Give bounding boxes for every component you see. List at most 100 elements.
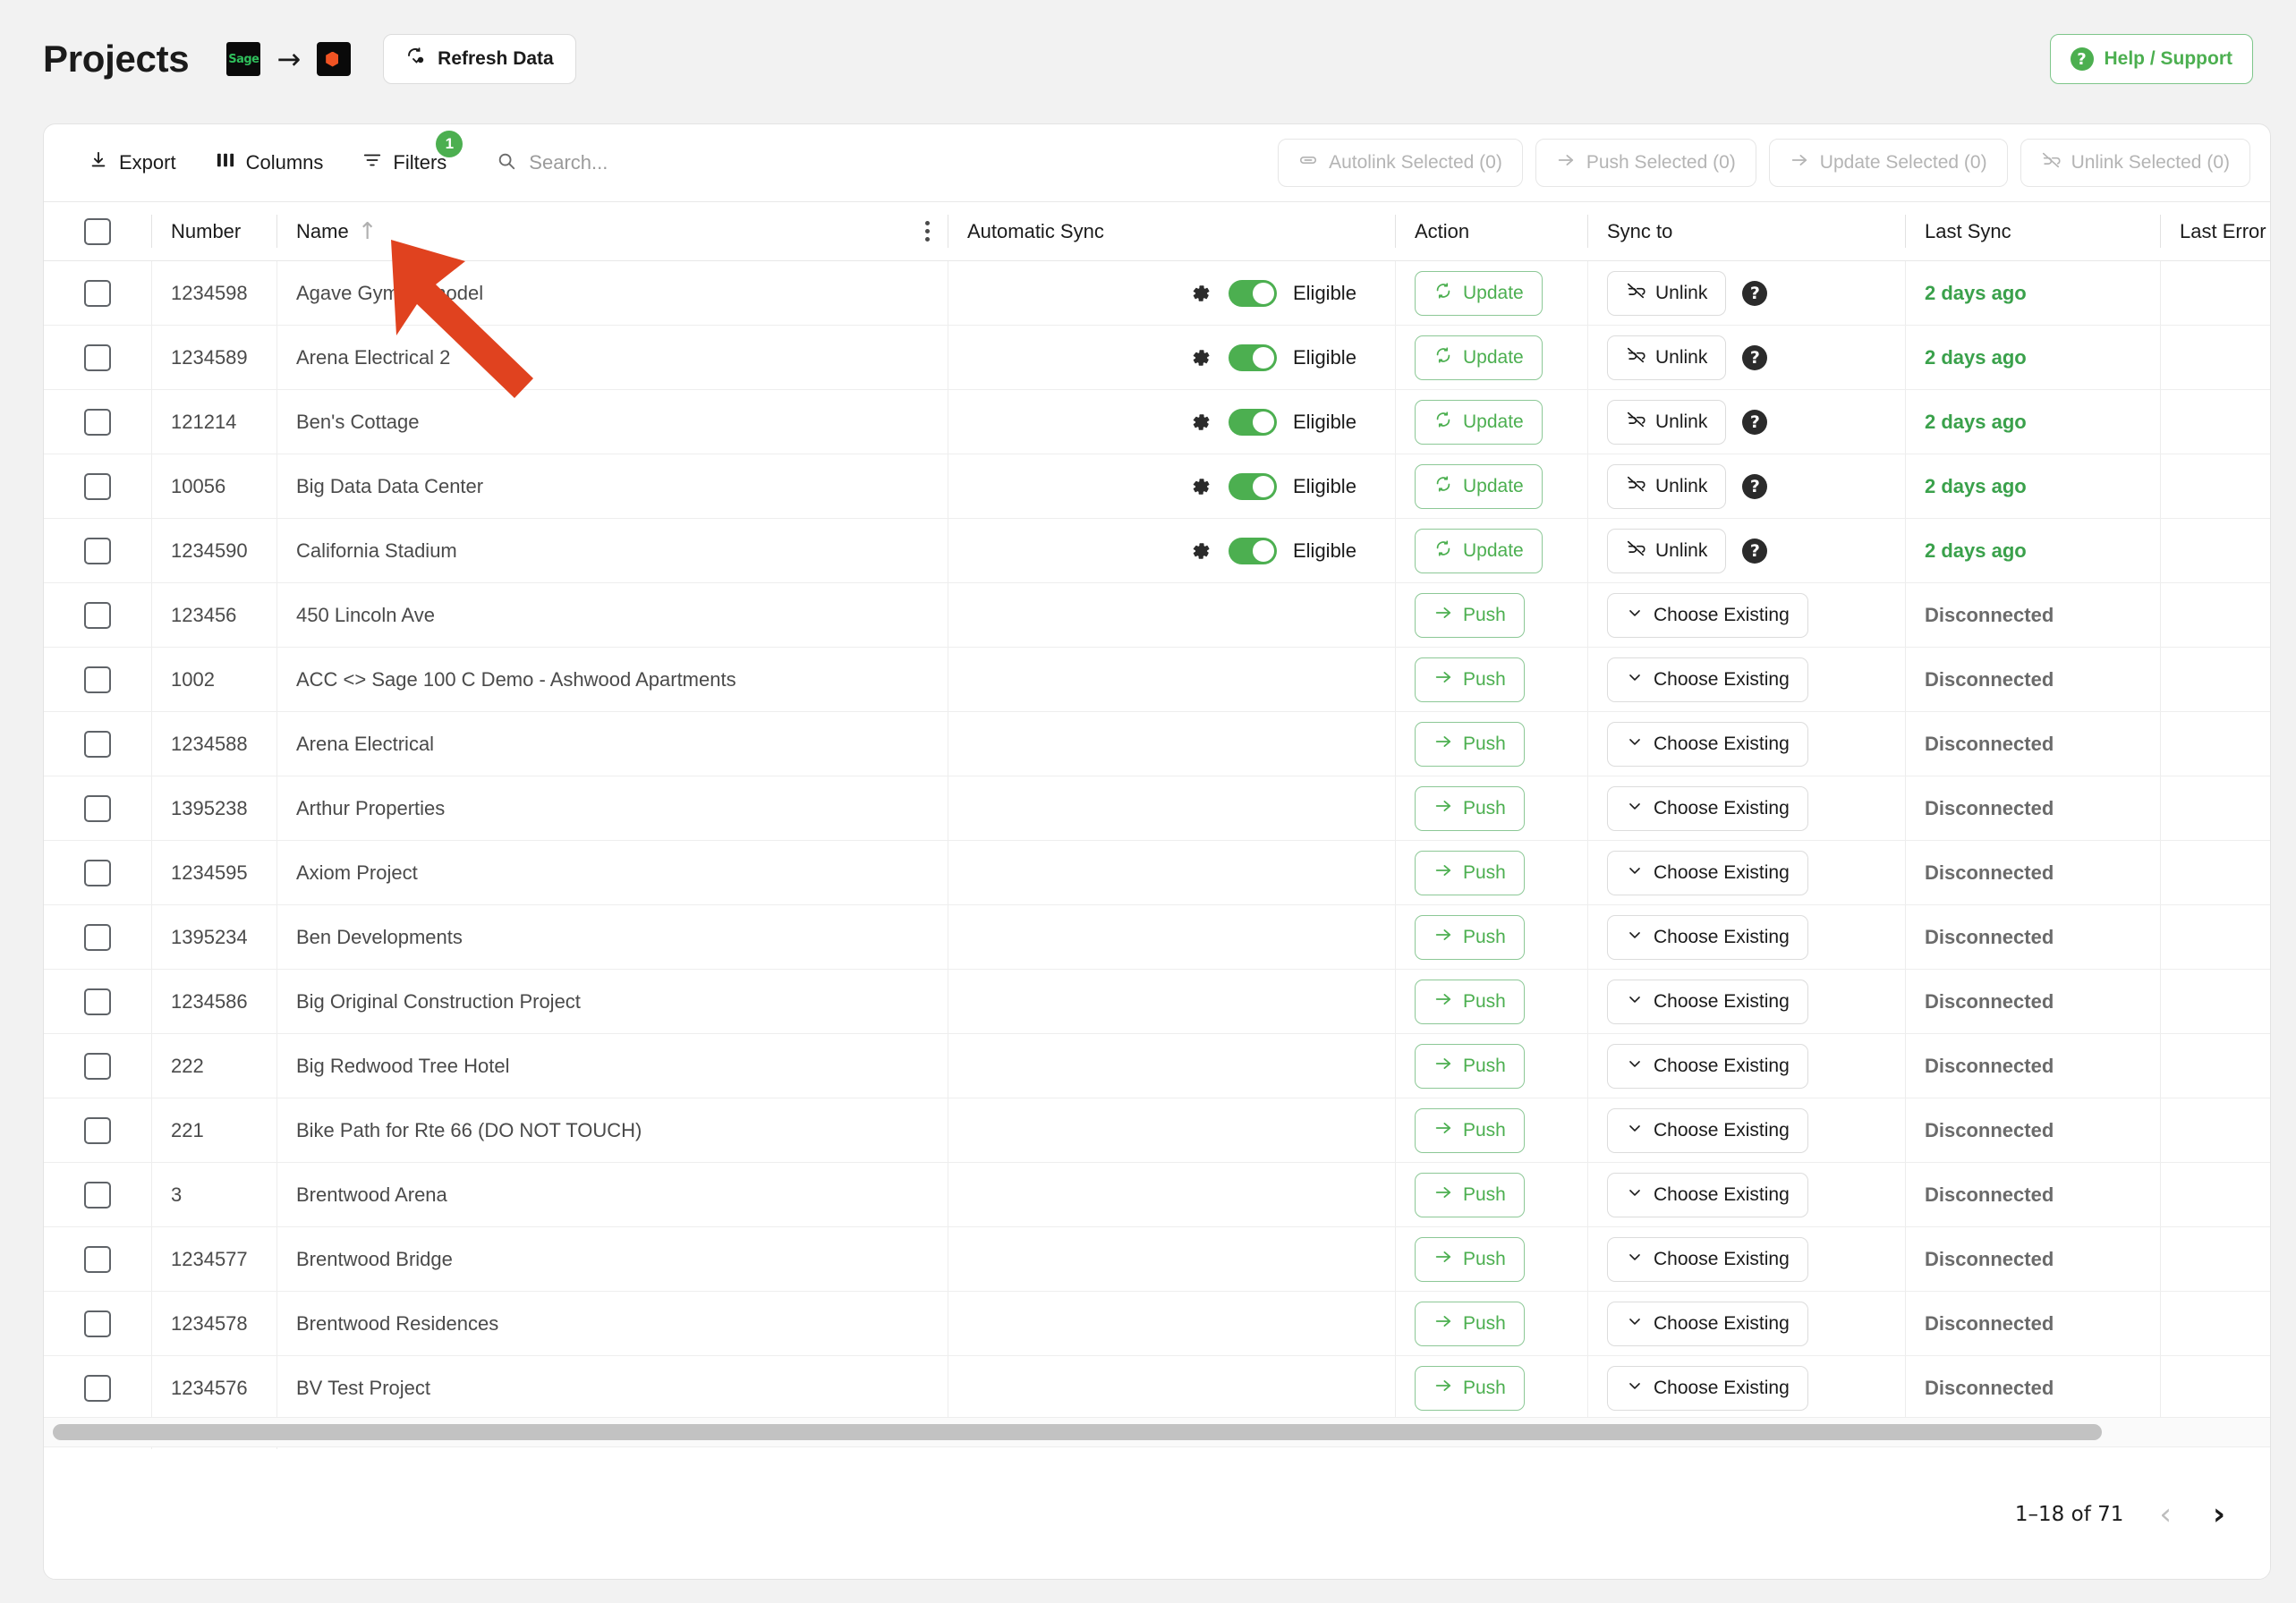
choose-existing-button[interactable]: Choose Existing (1607, 914, 1808, 960)
push-button[interactable]: Push (1415, 592, 1525, 638)
row-checkbox[interactable] (84, 1374, 111, 1402)
row-checkbox[interactable] (84, 601, 111, 629)
choose-existing-button[interactable]: Choose Existing (1607, 1301, 1808, 1346)
choose-existing-button[interactable]: Choose Existing (1607, 721, 1808, 767)
column-options-menu-icon[interactable] (925, 221, 930, 242)
autolink-selected-button[interactable]: Autolink Selected (0) (1278, 139, 1523, 187)
push-button[interactable]: Push (1415, 657, 1525, 702)
search-field[interactable] (497, 151, 798, 175)
table-row[interactable]: 1234595 Axiom Project Push Choose Existing D… (44, 840, 2270, 905)
row-checkbox[interactable] (84, 794, 111, 822)
horizontal-scrollbar-thumb[interactable] (53, 1424, 2102, 1440)
horizontal-scrollbar[interactable] (44, 1417, 2270, 1447)
update-selected-button[interactable]: Update Selected (0) (1768, 139, 2008, 187)
sync-settings-gear-icon[interactable] (1187, 474, 1212, 499)
column-header-number[interactable]: Number (151, 201, 276, 261)
unlink-button[interactable]: Unlink (1607, 270, 1727, 316)
table-row[interactable]: 1234577 Brentwood Bridge Push Choose Existi… (44, 1226, 2270, 1292)
push-button[interactable]: Push (1415, 1043, 1525, 1089)
row-checkbox[interactable] (84, 537, 111, 564)
help-support-button[interactable]: ? Help / Support (2049, 34, 2253, 84)
table-row[interactable]: 123456 450 Lincoln Ave Push Choose Existing… (44, 582, 2270, 648)
unlink-button[interactable]: Unlink (1607, 528, 1727, 573)
update-button[interactable]: Update (1415, 335, 1543, 380)
row-checkbox[interactable] (84, 1052, 111, 1080)
table-row[interactable]: 1234590 California Stadium Eligible Update U… (44, 518, 2270, 583)
unlink-button[interactable]: Unlink (1607, 335, 1727, 380)
table-row[interactable]: 221 Bike Path for Rte 66 (DO NOT TOUCH) Pu… (44, 1098, 2270, 1163)
row-checkbox[interactable] (84, 279, 111, 307)
push-button[interactable]: Push (1415, 1301, 1525, 1346)
help-tooltip-icon[interactable]: ? (1742, 280, 1768, 306)
table-row[interactable]: 3 Brentwood Arena Push Choose Existing Disco… (44, 1162, 2270, 1227)
row-checkbox[interactable] (84, 408, 111, 436)
row-checkbox[interactable] (84, 1116, 111, 1144)
choose-existing-button[interactable]: Choose Existing (1607, 657, 1808, 702)
push-button[interactable]: Push (1415, 979, 1525, 1024)
table-row[interactable]: 1395234 Ben Developments Push Choose Existi… (44, 904, 2270, 970)
help-tooltip-icon[interactable]: ? (1742, 473, 1768, 499)
column-header-sync-to[interactable]: Sync to (1587, 201, 1905, 261)
unlink-button[interactable]: Unlink (1607, 399, 1727, 445)
column-header-action[interactable]: Action (1395, 201, 1587, 261)
columns-button[interactable]: Columns (216, 151, 323, 174)
row-checkbox[interactable] (84, 1181, 111, 1209)
choose-existing-button[interactable]: Choose Existing (1607, 1172, 1808, 1217)
automatic-sync-toggle[interactable] (1229, 279, 1277, 307)
choose-existing-button[interactable]: Choose Existing (1607, 1365, 1808, 1411)
row-checkbox[interactable] (84, 730, 111, 758)
column-header-automatic-sync[interactable]: Automatic Sync (948, 201, 1395, 261)
next-page-button[interactable]: › (2207, 1499, 2231, 1530)
sync-settings-gear-icon[interactable] (1187, 281, 1212, 306)
table-row[interactable]: 121214 Ben's Cottage Eligible Update Unlink?… (44, 389, 2270, 454)
push-button[interactable]: Push (1415, 785, 1525, 831)
choose-existing-button[interactable]: Choose Existing (1607, 1236, 1808, 1282)
row-checkbox[interactable] (84, 1245, 111, 1273)
table-row[interactable]: 1395238 Arthur Properties Push Choose Exist… (44, 776, 2270, 841)
help-tooltip-icon[interactable]: ? (1742, 344, 1768, 370)
column-header-last-error[interactable]: Last Error (2160, 201, 2270, 261)
push-button[interactable]: Push (1415, 721, 1525, 767)
choose-existing-button[interactable]: Choose Existing (1607, 592, 1808, 638)
table-row[interactable]: 1234578 Brentwood Residences Push Choose Ex… (44, 1291, 2270, 1356)
choose-existing-button[interactable]: Choose Existing (1607, 1043, 1808, 1089)
update-button[interactable]: Update (1415, 528, 1543, 573)
choose-existing-button[interactable]: Choose Existing (1607, 979, 1808, 1024)
push-button[interactable]: Push (1415, 1365, 1525, 1411)
automatic-sync-toggle[interactable] (1229, 537, 1277, 564)
select-all-checkbox[interactable] (84, 217, 111, 245)
row-checkbox[interactable] (84, 1310, 111, 1337)
search-input[interactable] (529, 151, 798, 174)
choose-existing-button[interactable]: Choose Existing (1607, 785, 1808, 831)
table-row[interactable]: 222 Big Redwood Tree Hotel Push Choose Exis… (44, 1033, 2270, 1098)
help-tooltip-icon[interactable]: ? (1742, 538, 1768, 564)
row-checkbox[interactable] (84, 859, 111, 886)
table-row[interactable]: 1234588 Arena Electrical Push Choose Existi… (44, 711, 2270, 776)
column-header-last-sync[interactable]: Last Sync (1905, 201, 2160, 261)
push-button[interactable]: Push (1415, 1236, 1525, 1282)
choose-existing-button[interactable]: Choose Existing (1607, 1107, 1808, 1153)
push-button[interactable]: Push (1415, 1172, 1525, 1217)
push-selected-button[interactable]: Push Selected (0) (1535, 139, 1756, 187)
table-row[interactable]: 10056 Big Data Data Center Eligible Update U… (44, 454, 2270, 519)
automatic-sync-toggle[interactable] (1229, 344, 1277, 371)
column-header-name[interactable]: Name ↑ (276, 201, 948, 261)
update-button[interactable]: Update (1415, 463, 1543, 509)
unlink-button[interactable]: Unlink (1607, 463, 1727, 509)
table-row[interactable]: 1234586 Big Original Construction Project… (44, 969, 2270, 1034)
previous-page-button[interactable]: ‹ (2154, 1499, 2177, 1530)
export-button[interactable]: Export (89, 150, 176, 175)
row-checkbox[interactable] (84, 472, 111, 500)
refresh-data-button[interactable]: Refresh Data (383, 34, 576, 84)
help-tooltip-icon[interactable]: ? (1742, 409, 1768, 435)
push-button[interactable]: Push (1415, 850, 1525, 895)
choose-existing-button[interactable]: Choose Existing (1607, 850, 1808, 895)
push-button[interactable]: Push (1415, 914, 1525, 960)
table-row[interactable]: 1234598 Agave Gym Remodel Eligible Update Un… (44, 260, 2270, 326)
push-button[interactable]: Push (1415, 1107, 1525, 1153)
automatic-sync-toggle[interactable] (1229, 408, 1277, 436)
row-checkbox[interactable] (84, 344, 111, 371)
update-button[interactable]: Update (1415, 399, 1543, 445)
table-row[interactable]: 1234576 BV Test Project Push Choose Existin… (44, 1355, 2270, 1421)
filters-button[interactable]: Filters 1 (362, 131, 463, 175)
